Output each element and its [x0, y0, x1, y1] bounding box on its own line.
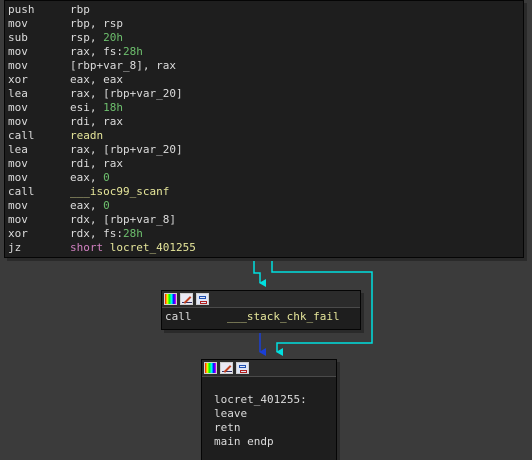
code-label[interactable]: locret_401255: [214, 393, 307, 407]
mnemonic: call [8, 129, 35, 142]
code-line[interactable]: call readn [8, 129, 523, 143]
code-line[interactable]: retn [214, 421, 336, 435]
code-line[interactable]: mov rdx, [rbp+var_8] [8, 213, 523, 227]
code-line[interactable]: lea rax, [rbp+var_20] [8, 87, 523, 101]
symbol-reference[interactable]: readn [70, 129, 103, 143]
operand: 18h [103, 101, 123, 114]
mnemonic: jz [8, 241, 22, 254]
basic-block-main[interactable]: push rbp mov rbp, rsp sub rsp, 20h mov rax, fs:… [4, 0, 524, 258]
operand: eax, [70, 171, 104, 184]
basic-block-locret[interactable]: locret_401255: leave retn main endp [201, 359, 337, 460]
symbol-reference[interactable]: ___stack_chk_fail [227, 310, 340, 324]
operand: esi, [70, 101, 104, 114]
mnemonic: mov [8, 101, 28, 114]
code-line[interactable]: main endp [214, 435, 336, 449]
code-line[interactable]: mov rbp, rsp [8, 17, 523, 31]
mnemonic: mov [8, 213, 28, 226]
mnemonic: push [8, 3, 35, 16]
mnemonic: xor [8, 73, 28, 86]
operand: rax, [rbp+var_20] [70, 143, 183, 156]
code-line[interactable]: call ___stack_chk_fail [165, 310, 360, 324]
code-line[interactable]: mov [rbp+var_8], rax [8, 59, 523, 73]
operand: rdx, fs: [70, 227, 123, 240]
operand: [rbp+var_8], rax [70, 59, 176, 72]
code-line[interactable]: mov rdi, rax [8, 157, 523, 171]
operand: 0 [103, 199, 110, 212]
code-line[interactable]: mov esi, 18h [8, 101, 523, 115]
operand: rdx, [rbp+var_8] [70, 213, 176, 226]
operand: 0 [103, 171, 110, 184]
operand: rbp, rsp [70, 17, 123, 30]
symbol-reference[interactable]: ___isoc99_scanf [70, 185, 169, 199]
block-titlebar [162, 291, 360, 308]
mnemonic: call [8, 185, 35, 198]
mnemonic: lea [8, 87, 28, 100]
operand: rax, fs: [70, 45, 123, 58]
mnemonic: mov [8, 199, 28, 212]
mnemonic: lea [8, 143, 28, 156]
mnemonic: mov [8, 59, 28, 72]
operand: 20h [103, 31, 123, 44]
basic-block-stack-chk[interactable]: call ___stack_chk_fail [161, 290, 361, 330]
operand: rdi, rax [70, 157, 123, 170]
rename-icon[interactable] [220, 362, 233, 374]
code-line[interactable]: xor rdx, fs: 28h [8, 227, 523, 241]
mnemonic: mov [8, 17, 28, 30]
operand: rbp [70, 3, 90, 16]
mnemonic: mov [8, 45, 28, 58]
mnemonic: mov [8, 157, 28, 170]
operand: eax, eax [70, 73, 123, 86]
ret-code: locret_401255: leave retn main endp [202, 377, 336, 449]
code-line[interactable]: mov rdi, rax [8, 115, 523, 129]
mnemonic: xor [8, 227, 28, 240]
code-line[interactable]: jz short locret_401255 [8, 241, 523, 255]
mnemonic: mov [8, 171, 28, 184]
operand: short [70, 241, 110, 254]
operand: eax, [70, 199, 104, 212]
color-palette-icon[interactable] [204, 362, 217, 374]
code-line[interactable]: mov rax, fs: 28h [8, 45, 523, 59]
graph-overview-icon[interactable] [196, 293, 209, 305]
mnemonic: call [165, 310, 192, 323]
code-line[interactable]: lea rax, [rbp+var_20] [8, 143, 523, 157]
code-line[interactable]: xor eax, eax [8, 73, 523, 87]
mnemonic: mov [8, 115, 28, 128]
code-line[interactable]: call ___isoc99_scanf [8, 185, 523, 199]
mnemonic: main endp [214, 435, 274, 448]
graph-view[interactable]: push rbp mov rbp, rsp sub rsp, 20h mov rax, fs:… [0, 0, 532, 460]
operand: rax, [rbp+var_20] [70, 87, 183, 100]
mnemonic: leave [214, 407, 248, 420]
code-line[interactable]: leave [214, 407, 336, 421]
edge-main-to-chk [253, 257, 266, 287]
operand: rsp, [70, 31, 104, 44]
code-line[interactable]: mov eax, 0 [8, 199, 523, 213]
operand: rdi, rax [70, 115, 123, 128]
graph-overview-icon[interactable] [236, 362, 249, 374]
code-line[interactable]: mov eax, 0 [8, 171, 523, 185]
block-titlebar [202, 360, 336, 377]
color-palette-icon[interactable] [164, 293, 177, 305]
operand: 28h [122, 227, 143, 240]
mnemonic: retn [214, 421, 241, 434]
rename-icon[interactable] [180, 293, 193, 305]
code-line[interactable]: sub rsp, 20h [8, 31, 523, 45]
symbol-reference[interactable]: locret_401255 [110, 241, 196, 255]
chk-code: call ___stack_chk_fail [162, 308, 360, 324]
main-code: push rbp mov rbp, rsp sub rsp, 20h mov rax, fs:… [5, 1, 523, 255]
operand: 28h [122, 45, 143, 58]
code-line[interactable]: push rbp [8, 3, 523, 17]
mnemonic: sub [8, 31, 28, 44]
